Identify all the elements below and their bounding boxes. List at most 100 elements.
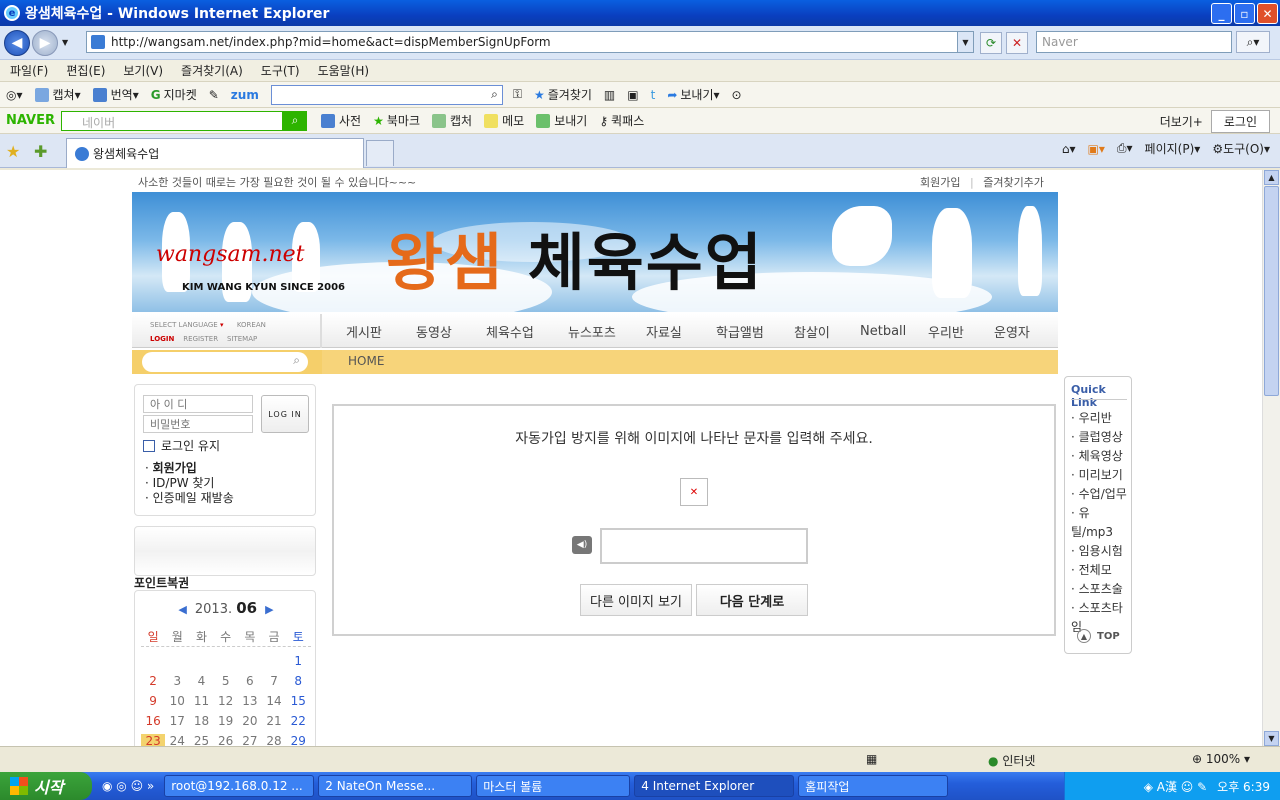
register-link[interactable]: REGISTER xyxy=(183,335,218,343)
gmarket-button[interactable]: G 지마켓 xyxy=(151,86,197,103)
quick-link-item[interactable]: · 스포츠술 xyxy=(1071,580,1131,599)
tab-current[interactable]: 왕샘체육수업 xyxy=(66,138,364,168)
capture-button[interactable]: 캡쳐 ▾ xyxy=(34,86,81,103)
id-input[interactable] xyxy=(143,395,253,413)
task-folder[interactable]: 홈피작업 xyxy=(798,775,949,797)
calendar-day[interactable]: 15 xyxy=(286,694,310,708)
signup-link[interactable]: 회원가입 xyxy=(920,176,960,189)
page-menu[interactable]: 페이지(P)▾ xyxy=(1145,140,1201,157)
nav-album[interactable]: 학급앨범 xyxy=(716,322,764,341)
next-month-icon[interactable]: ▶ xyxy=(265,603,273,616)
calendar-day[interactable]: 23 xyxy=(141,734,166,746)
login-submit-button[interactable]: LOG IN xyxy=(261,395,309,433)
vertical-scrollbar[interactable]: ▲ ▼ xyxy=(1262,170,1280,746)
quick-link-item[interactable]: · 전체모 xyxy=(1071,561,1131,580)
calendar-day[interactable]: 16 xyxy=(141,714,165,728)
calendar-day[interactable]: 21 xyxy=(262,714,286,728)
nav-admin[interactable]: 운영자 xyxy=(994,322,1030,341)
favorites-button[interactable]: ★ 즐겨찾기 xyxy=(534,86,592,103)
calendar-day[interactable]: 7 xyxy=(262,674,286,688)
quick-link-item[interactable]: · 미리보기 xyxy=(1071,466,1131,485)
calendar-day[interactable]: 18 xyxy=(189,714,213,728)
keep-login-checkbox[interactable]: 로그인 유지 xyxy=(143,437,220,454)
site-search-input[interactable]: ⌕ xyxy=(142,352,308,372)
speaker-icon[interactable]: ◀) xyxy=(572,536,592,554)
home-icon[interactable]: ⌂▾ xyxy=(1062,142,1076,156)
add-favorite-link[interactable]: 즐겨찾기추가 xyxy=(983,176,1044,189)
dictionary-button[interactable]: 사전 xyxy=(321,112,361,129)
search-button[interactable]: ⌕▾ xyxy=(1236,31,1270,53)
select-language[interactable]: SELECT LANGUAGE xyxy=(150,321,218,329)
favorites-center-icon[interactable]: ★ xyxy=(6,142,20,161)
quick-link-item[interactable]: · 유틸/mp3 xyxy=(1071,504,1131,542)
calendar-day[interactable]: 10 xyxy=(165,694,189,708)
next-step-button[interactable]: 다음 단계로 xyxy=(696,584,808,616)
scroll-down-icon[interactable]: ▼ xyxy=(1264,731,1279,746)
menu-file[interactable]: 파일(F) xyxy=(10,62,48,79)
calendar-day[interactable]: 14 xyxy=(262,694,286,708)
site-banner[interactable]: wangsam.net KIM WANG KYUN SINCE 2006 왕샘 … xyxy=(132,192,1058,312)
zum-search-input[interactable]: ⌕ xyxy=(270,84,503,105)
nav-netball[interactable]: Netball xyxy=(860,324,906,339)
quick-link-item[interactable]: · 우리반 xyxy=(1071,409,1131,428)
back-button[interactable]: ◀ xyxy=(4,29,30,56)
translate-button[interactable]: 번역 ▾ xyxy=(92,86,139,103)
nav-wellbeing[interactable]: 참살이 xyxy=(794,322,830,341)
naver-search-input[interactable]: 네이버 xyxy=(61,110,284,131)
sitemap-link[interactable]: SITEMAP xyxy=(227,335,257,343)
task-ssh[interactable]: root@192.168.0.12 ... xyxy=(164,775,315,797)
send-button[interactable]: ➦ 보내기 ▾ xyxy=(667,86,719,103)
nav-video[interactable]: 동영상 xyxy=(416,322,452,341)
more-button[interactable]: 더보기+ xyxy=(1160,113,1203,130)
calendar-day[interactable]: 4 xyxy=(189,674,213,688)
calendar-day[interactable]: 6 xyxy=(238,674,262,688)
history-dropdown-icon[interactable]: ▼ xyxy=(62,38,68,47)
quick-link-item[interactable]: · 수업/업무 xyxy=(1071,485,1131,504)
quick-link-item[interactable]: · 체육영상 xyxy=(1071,447,1131,466)
calendar-day[interactable]: 19 xyxy=(214,714,238,728)
calendar-day[interactable]: 22 xyxy=(286,714,310,728)
nav-newsports[interactable]: 뉴스포츠 xyxy=(568,322,616,341)
maximize-button[interactable]: ▫ xyxy=(1234,3,1255,24)
nav-pe-class[interactable]: 체육수업 xyxy=(486,322,534,341)
key-icon[interactable]: ⚿ xyxy=(513,87,522,102)
language-korean[interactable]: KOREAN xyxy=(237,321,266,329)
join-link[interactable]: 회원가입 xyxy=(153,461,197,475)
quick-launch-icons[interactable]: ◉ ◎ ☺ » xyxy=(102,779,154,793)
find-idpw-link[interactable]: ID/PW 찾기 xyxy=(153,476,215,490)
calendar-day[interactable]: 29 xyxy=(286,734,310,746)
url-field[interactable]: http://wangsam.net/index.php?mid=home&ac… xyxy=(86,31,974,53)
bookmark-button[interactable]: ★ 북마크 xyxy=(373,112,420,129)
start-button[interactable]: 시작 xyxy=(0,772,92,800)
quick-link-item[interactable]: · 클럽영상 xyxy=(1071,428,1131,447)
search-input[interactable]: Naver xyxy=(1036,31,1232,53)
book-icon[interactable]: ▥ xyxy=(604,88,615,102)
print-icon[interactable]: ⎙▾ xyxy=(1117,141,1133,156)
tools-menu[interactable]: ⚙도구(O)▾ xyxy=(1212,140,1270,157)
menu-edit[interactable]: 편집(E) xyxy=(66,62,105,79)
prev-month-icon[interactable]: ◀ xyxy=(178,603,186,616)
refresh-button[interactable]: ⟳ xyxy=(980,32,1002,54)
calendar-day[interactable]: 28 xyxy=(262,734,286,746)
calendar-day[interactable]: 25 xyxy=(189,734,213,746)
tray-icons[interactable]: ◈ A漢 ☺ ✎ xyxy=(1144,778,1207,795)
search-icon[interactable]: ⌕ xyxy=(293,353,300,368)
add-favorite-icon[interactable]: ✚ xyxy=(34,142,47,161)
top-button[interactable]: ▲ TOP xyxy=(1077,629,1120,643)
new-tab-button[interactable] xyxy=(366,140,394,166)
memo-icon[interactable]: ✎ xyxy=(209,88,219,102)
scroll-thumb[interactable] xyxy=(1264,186,1279,396)
menu-view[interactable]: 보기(V) xyxy=(123,62,163,79)
resend-mail-link[interactable]: 인증메일 재발송 xyxy=(153,491,234,505)
calendar-day[interactable]: 12 xyxy=(214,694,238,708)
quickpass-button[interactable]: ⚷ 퀵패스 xyxy=(599,112,644,129)
nav-board[interactable]: 게시판 xyxy=(346,322,382,341)
calendar-day[interactable]: 2 xyxy=(141,674,165,688)
save-icon[interactable]: ▣ xyxy=(627,88,638,102)
quick-link-item[interactable]: · 임용시험 xyxy=(1071,542,1131,561)
calendar-day[interactable]: 20 xyxy=(238,714,262,728)
calendar-day[interactable]: 27 xyxy=(238,734,262,746)
calendar-day[interactable]: 5 xyxy=(214,674,238,688)
calendar-day[interactable]: 11 xyxy=(189,694,213,708)
twitter-icon[interactable]: t xyxy=(651,88,656,102)
